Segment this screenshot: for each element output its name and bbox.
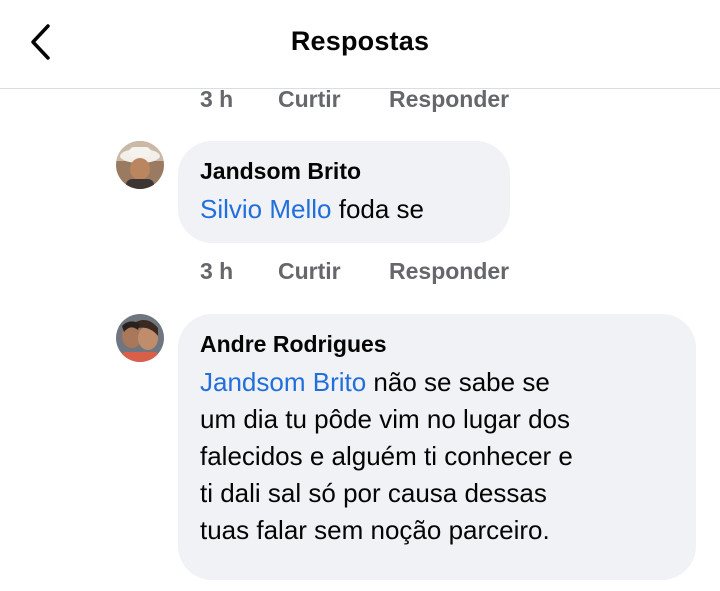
top-bar: Respostas [0,0,720,89]
comment-author[interactable]: Andre Rodrigues [200,330,674,358]
avatar-jandsom-brito[interactable] [116,141,164,189]
mention-link[interactable]: Jandsom Brito [200,367,366,397]
comment-line: falecidos e alguém ti conhecer e [200,441,573,471]
comment-author[interactable]: Jandsom Brito [200,157,488,185]
user-avatar-icon [116,141,164,189]
comment-body: foda se [338,194,425,224]
comment-line: um dia tu pôde vim no lugar dos [200,404,570,434]
reply-button[interactable]: Responder [389,258,509,285]
avatar-andre-rodrigues[interactable] [116,314,164,362]
comment-timestamp: 3 h [200,258,234,284]
comment-text: Jandsom Brito não se sabe se um dia tu p… [200,364,674,549]
comment-line: Jandsom Brito não se sabe se [200,364,674,401]
page-title: Respostas [290,26,430,56]
comment-timestamp: 3 h [200,86,234,112]
comment-bubble: Andre Rodrigues Jandsom Brito não se sab… [178,314,696,580]
reply-button[interactable]: Responder [389,86,509,113]
comment-line: ti dali sal só por causa dessas [200,478,547,508]
comment-bubble: Jandsom Brito Silvio Mello foda se [178,141,510,243]
comment-line: tuas falar sem noção parceiro. [200,515,550,545]
like-button[interactable]: Curtir [278,86,341,113]
comment-body: não se sabe se [373,367,550,397]
mention-link[interactable]: Silvio Mello [200,194,332,224]
comment-text: Silvio Mello foda se [200,191,488,228]
like-button[interactable]: Curtir [278,258,341,285]
user-avatar-icon [116,314,164,362]
